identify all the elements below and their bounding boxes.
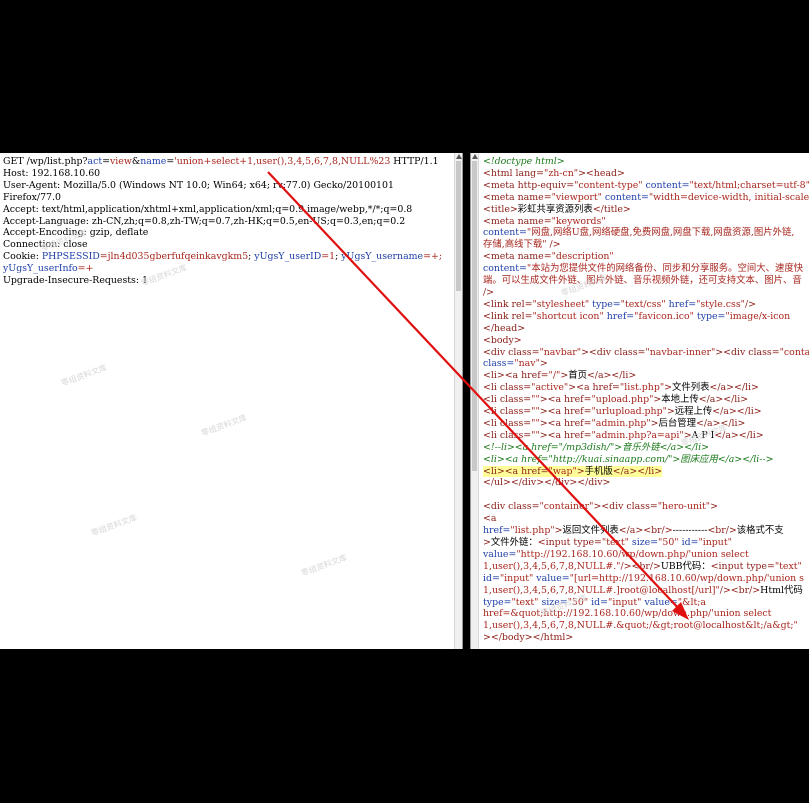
code-line: >文件外链：<input type="text" size="50" id="i… <box>483 537 732 548</box>
code-line: href="list.php">返回文件列表</a><br/>---------… <box>483 525 784 537</box>
comment-line: <li><a href="http://kuai.sinaapp.com/">图… <box>483 453 774 465</box>
code-line: 端。可以生成文件外链、图片外链、音乐视频外链，还可支持文本、图片、音 <box>483 275 802 287</box>
code-line: <li class=""><a href="admin.php">后台管理</a… <box>483 417 746 429</box>
code-line: <link rel="stylesheet" type="text/css" h… <box>483 298 756 310</box>
request-text[interactable]: GET /wp/list.php?act=view&name='union+se… <box>3 156 442 287</box>
response-text[interactable]: <!doctype html> <html lang="zh-cn"><head… <box>483 156 809 644</box>
request-scrollbar[interactable] <box>454 153 462 649</box>
code-line: </ul></div></div></div> <box>483 477 611 489</box>
code-line: content="本站为您提供文件的网络备份、同步和分享服务。空间大、速度快 <box>483 263 804 275</box>
request-pane[interactable]: GET /wp/list.php?act=view&name='union+se… <box>0 153 463 649</box>
code-line: id="input" value="[url=http://192.168.10… <box>483 572 804 584</box>
cookie-header: Cookie: PHPSESSID=jln4d035gberfufqeinkav… <box>3 251 442 263</box>
code-line: <meta name="description" <box>483 251 614 263</box>
code-line: <div class="container"><div class="hero-… <box>483 501 718 513</box>
accept-header: Accept: text/html,application/xhtml+xml,… <box>3 203 413 215</box>
accept-language-header: Accept-Language: zh-CN,zh;q=0.8,zh-TW;q=… <box>3 215 406 227</box>
host-header: Host: 192.168.10.60 <box>3 167 101 179</box>
code-line: <div class="navbar"><div class="navbar-i… <box>483 346 809 358</box>
code-line: <li class="active"><a href="list.php">文件… <box>483 382 759 394</box>
code-line: 1,user(),3,4,5,6,7,8,NULL#."/><br/>UBB代码… <box>483 560 802 572</box>
code-line: <body> <box>483 334 522 346</box>
code-line: /> <box>483 286 495 298</box>
code-line: class="nav"> <box>483 358 548 370</box>
code-line: </head> <box>483 322 526 334</box>
upgrade-header: Upgrade-Insecure-Requests: 1 <box>3 275 148 287</box>
code-line: <li><a href="/">首页</a></li> <box>483 370 637 382</box>
request-line: GET /wp/list.php?act=view&name='union+se… <box>3 156 439 167</box>
code-line: <meta name="keywords" <box>483 215 606 227</box>
response-pane[interactable]: <!doctype html> <html lang="zh-cn"><head… <box>470 153 809 649</box>
cookie-header-cont: yUgsY_userInfo=+ <box>3 263 94 275</box>
code-line: <meta name="viewport" content="width=dev… <box>483 191 809 203</box>
code-line: 1,user(),3,4,5,6,7,8,NULL#.&quot;/&gt;ro… <box>483 620 798 632</box>
code-line: type="text" size="50" id="input" value="… <box>483 596 706 608</box>
comment-line: <!--li><a href="/mp3dish/">音乐外链</a></li> <box>483 441 709 453</box>
code-line: <title>彩虹共享资源列表</title> <box>483 203 631 215</box>
scroll-up-arrow-icon[interactable] <box>456 154 462 159</box>
code-line: href=&quot;http://192.168.10.60/wp/down.… <box>483 608 772 620</box>
code-line: content="网盘,网络U盘,网络硬盘,免费网盘,网盘下载,网盘资源,图片外… <box>483 227 795 239</box>
code-line: <html lang="zh-cn"><head> <box>483 167 625 179</box>
code-line: 存储,高线下载" /> <box>483 239 561 251</box>
code-line: <li class=""><a href="upload.php">本地上传</… <box>483 394 749 406</box>
code-line: <li class=""><a href="urlupload.php">远程上… <box>483 406 762 418</box>
user-agent-cont: Firefox/77.0 <box>3 191 61 203</box>
code-line: <meta http-equiv="content-type" content=… <box>483 179 809 191</box>
code-line: ></body></html> <box>483 632 574 644</box>
scrollbar-thumb[interactable] <box>456 161 461 291</box>
user-agent-header: User-Agent: Mozilla/5.0 (Windows NT 10.0… <box>3 179 394 191</box>
highlighted-line: <li><a href="wap">手机版</a></li> <box>483 465 663 477</box>
code-line: <link rel="shortcut icon" href="favicon.… <box>483 310 791 322</box>
code-line: <a <box>483 513 497 525</box>
scrollbar-thumb[interactable] <box>472 161 477 471</box>
response-scrollbar[interactable] <box>471 153 479 649</box>
code-line: value="http://192.168.10.60/wp/down.php/… <box>483 548 749 560</box>
code-line: 1,user(),3,4,5,6,7,8,NULL#.]root@localho… <box>483 584 803 596</box>
doctype-line: <!doctype html> <box>483 156 565 167</box>
scroll-up-arrow-icon[interactable] <box>472 154 478 159</box>
